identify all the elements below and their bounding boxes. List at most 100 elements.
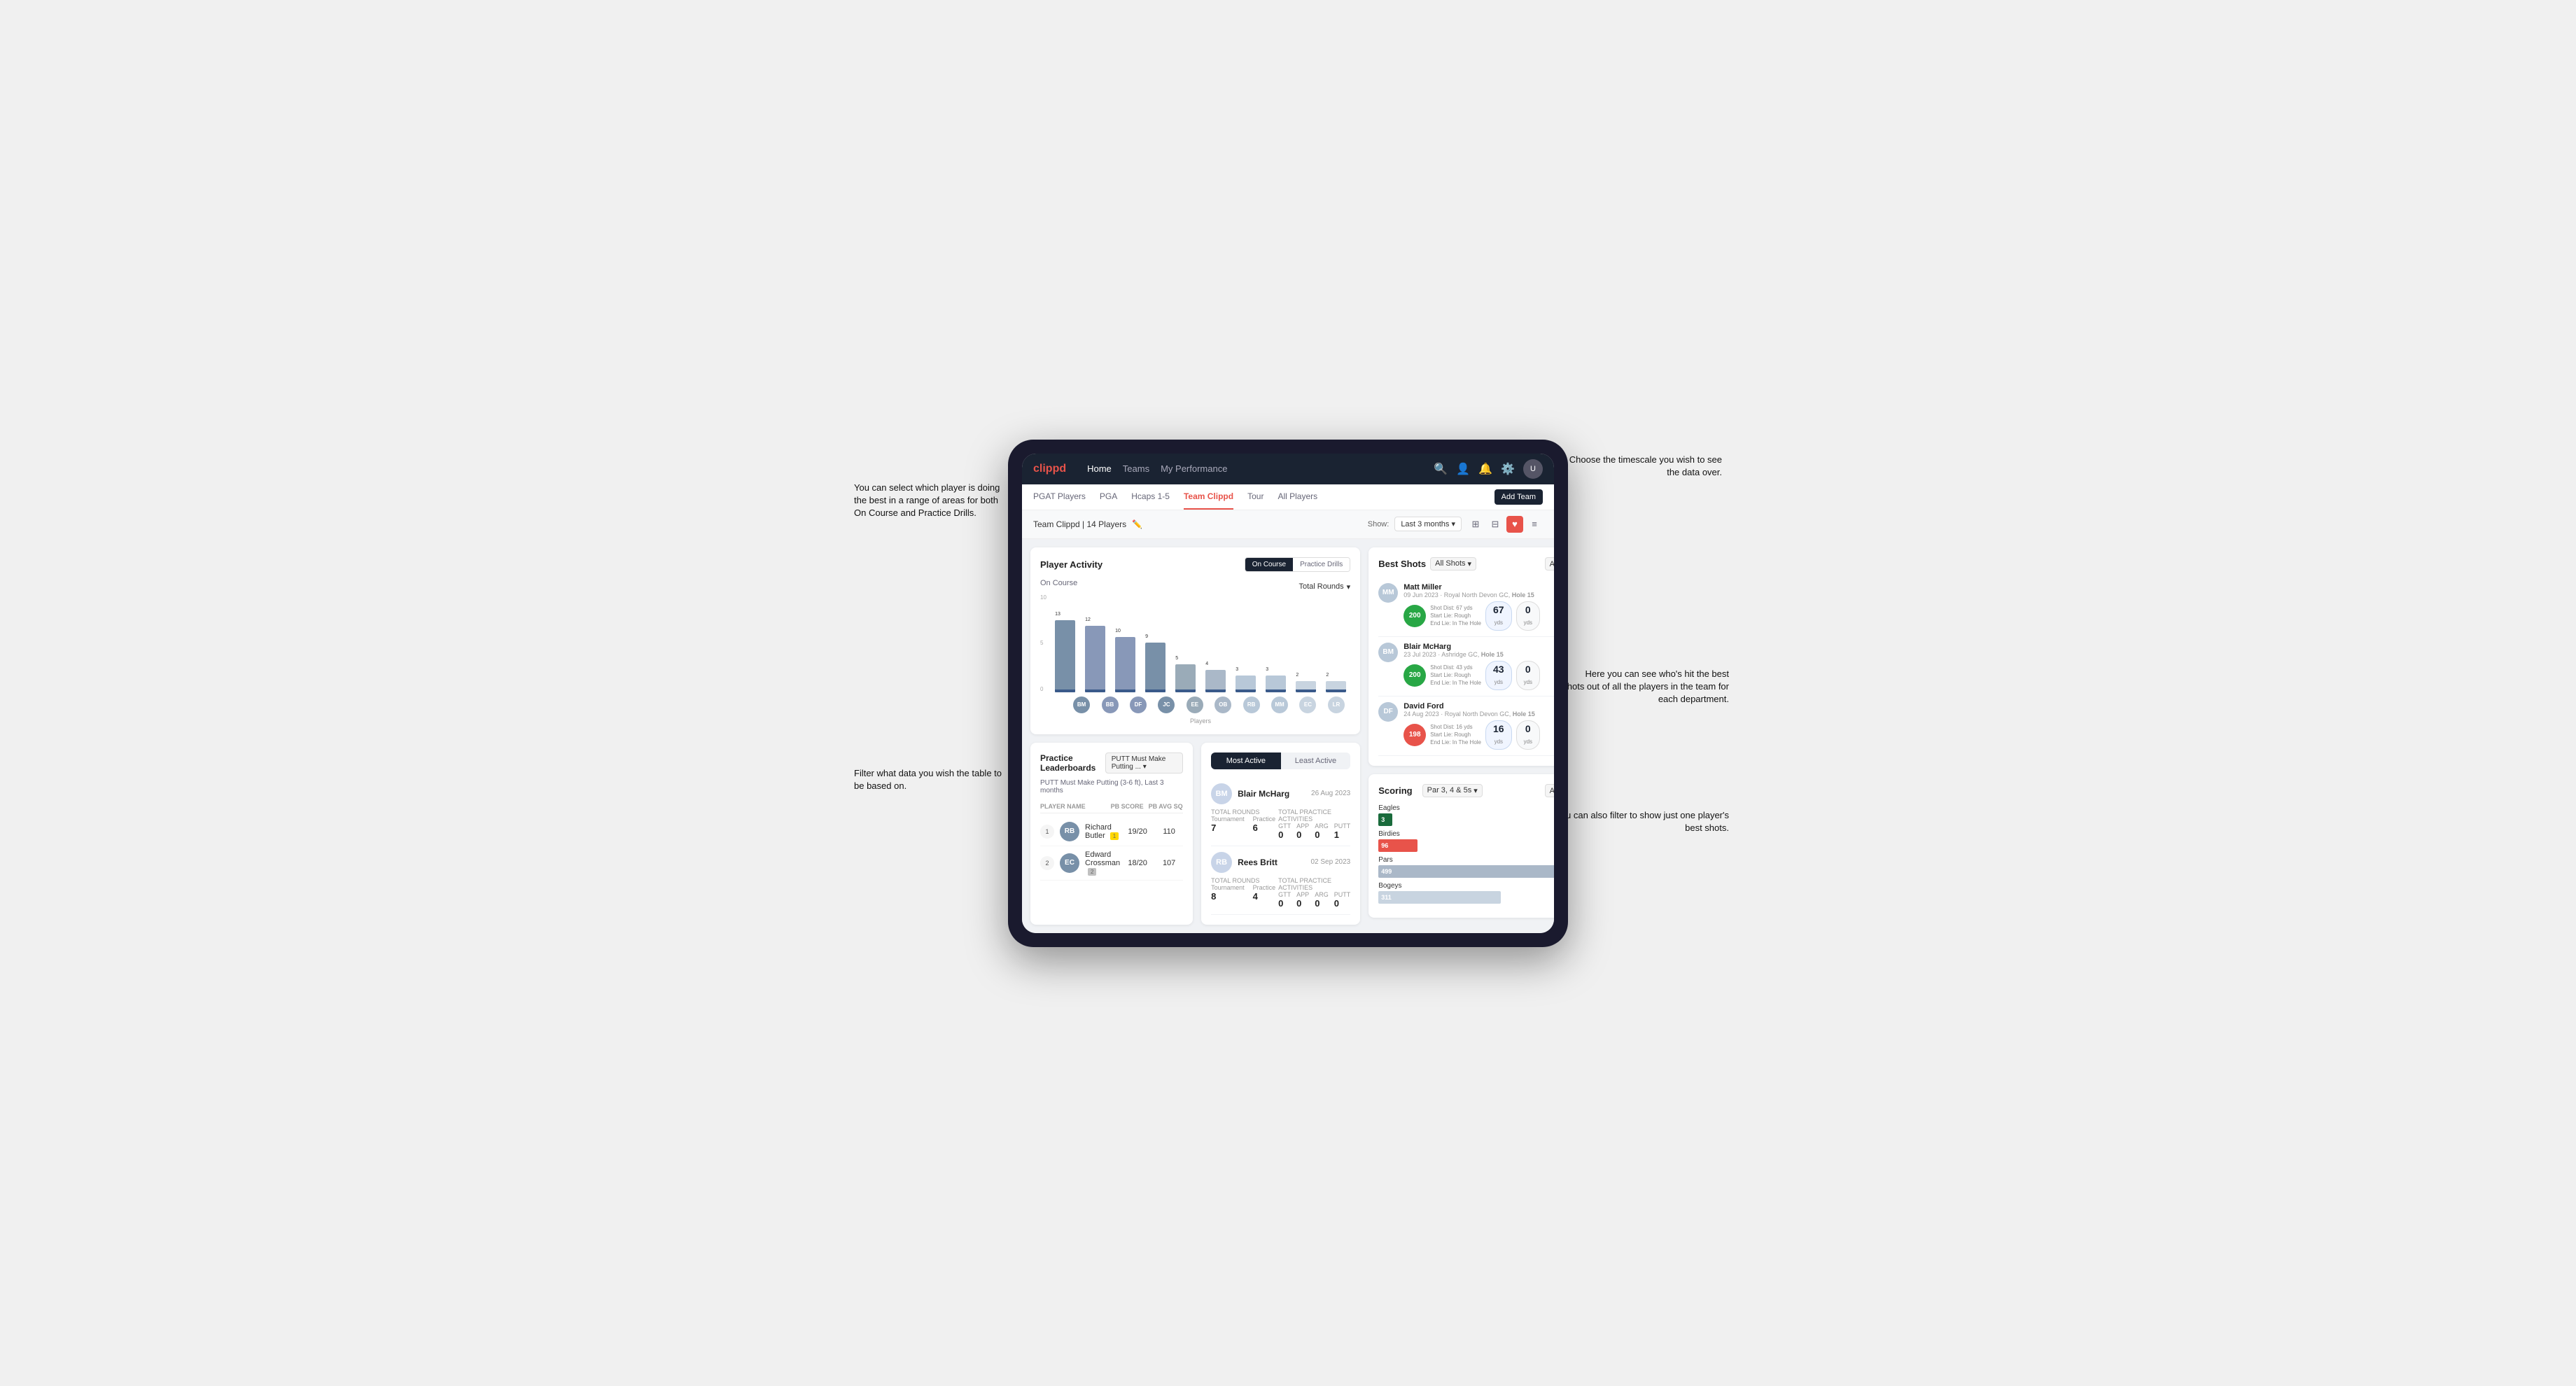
- player-avatar-sm[interactable]: BM: [1073, 696, 1090, 713]
- shot-dist-num: 67: [1493, 604, 1504, 615]
- scoring-player-filter[interactable]: All Players ▾: [1545, 784, 1554, 797]
- player-avatar-sm[interactable]: MM: [1271, 696, 1288, 713]
- shot-badge: 198: [1404, 724, 1426, 746]
- lb-player-name: Edward Crossman 2: [1085, 850, 1120, 876]
- bar-highlight: [1266, 690, 1286, 692]
- bar[interactable]: 13: [1055, 620, 1075, 692]
- drill-select[interactable]: PUTT Must Make Putting ... ▾: [1105, 752, 1183, 774]
- activity-stats: Total Rounds Tournament 7 Practice 6 Tot…: [1211, 808, 1350, 840]
- bell-icon[interactable]: 🔔: [1478, 462, 1492, 476]
- bar-group: 13: [1051, 594, 1079, 692]
- putt-stat: PUTT 0: [1334, 891, 1351, 909]
- shot-meta: Shot Dist: 43 ydsStart Lie: RoughEnd Lie…: [1430, 664, 1481, 687]
- nav-teams[interactable]: Teams: [1123, 461, 1149, 477]
- practice-value: 4: [1253, 891, 1276, 902]
- grid-view-button[interactable]: ⊞: [1467, 516, 1484, 533]
- tab-pgat-players[interactable]: PGAT Players: [1033, 484, 1086, 510]
- player-avatar-sm[interactable]: DF: [1130, 696, 1147, 713]
- bar-highlight: [1145, 690, 1166, 692]
- people-icon[interactable]: 👤: [1456, 462, 1470, 476]
- bar[interactable]: 5: [1175, 664, 1196, 692]
- add-team-button[interactable]: Add Team: [1494, 489, 1543, 505]
- player-avatar-sm[interactable]: EE: [1186, 696, 1203, 713]
- bar[interactable]: 2: [1326, 681, 1346, 692]
- bar[interactable]: 3: [1236, 676, 1256, 692]
- scoring-player-filter-label: All Players: [1550, 787, 1554, 795]
- y-label-0: 0: [1040, 686, 1046, 692]
- bar[interactable]: 12: [1085, 626, 1105, 692]
- bar[interactable]: 4: [1205, 670, 1226, 692]
- bar[interactable]: 2: [1296, 681, 1316, 692]
- tab-most-active[interactable]: Most Active: [1211, 752, 1281, 769]
- sub-nav-right: Add Team: [1494, 489, 1543, 505]
- bar[interactable]: 9: [1145, 643, 1166, 692]
- rounds-label: Total Rounds: [1211, 808, 1275, 816]
- bar-group: 2: [1292, 594, 1320, 692]
- player-avatar-sm[interactable]: OB: [1214, 696, 1231, 713]
- x-axis-label: Players: [1051, 718, 1350, 724]
- bar[interactable]: 3: [1266, 676, 1286, 692]
- tab-all-players[interactable]: All Players: [1278, 484, 1317, 510]
- bar-value-label: 5: [1175, 656, 1178, 661]
- tab-least-active[interactable]: Least Active: [1281, 752, 1351, 769]
- lb-header: PLAYER NAME PB SCORE PB AVG SQ: [1040, 800, 1183, 813]
- player-avatar-sm[interactable]: BB: [1102, 696, 1119, 713]
- activity-avatar: BM: [1211, 783, 1232, 804]
- player-avatar-sm[interactable]: LR: [1328, 696, 1345, 713]
- shot-row[interactable]: DF David Ford 24 Aug 2023 · Royal North …: [1378, 696, 1554, 756]
- practice-activities-values: GTT 0 APP 0 ARG 0 PUTT 0: [1278, 891, 1350, 909]
- lb-col-pb: PB SCORE: [1106, 803, 1148, 810]
- practice-stat: Practice 4: [1253, 884, 1276, 902]
- lb-player-name: Richard Butler 1: [1085, 823, 1120, 840]
- filter-view-button[interactable]: ≡: [1526, 516, 1543, 533]
- page-wrapper: You can select which player is doing the…: [868, 440, 1708, 947]
- user-avatar[interactable]: U: [1523, 459, 1543, 479]
- shot-location: 23 Jul 2023 · Ashridge GC, Hole 15: [1404, 651, 1554, 658]
- tab-hcaps[interactable]: Hcaps 1-5: [1131, 484, 1170, 510]
- shot-zero-badge: 0 yds: [1516, 720, 1540, 750]
- tab-pga[interactable]: PGA: [1100, 484, 1117, 510]
- scoring-title: Scoring: [1378, 785, 1412, 796]
- scoring-filter[interactable]: Par 3, 4 & 5s ▾: [1422, 784, 1483, 797]
- leaderboard-row[interactable]: 1 RB Richard Butler 1 19/20 110: [1040, 818, 1183, 846]
- scoring-bar-row: 499: [1378, 865, 1554, 878]
- chart-dropdown[interactable]: Total Rounds ▾: [1298, 582, 1350, 592]
- toggle-practice[interactable]: Practice Drills: [1293, 558, 1350, 571]
- tablet-frame: clippd Home Teams My Performance 🔍 👤 🔔 ⚙…: [1008, 440, 1568, 947]
- nav-home[interactable]: Home: [1087, 461, 1112, 477]
- y-axis: 0 5 10: [1040, 594, 1051, 692]
- lb-avg: 107: [1155, 859, 1183, 867]
- time-filter[interactable]: Last 3 months ▾: [1394, 517, 1462, 531]
- chevron-down-icon: ▾: [1451, 520, 1455, 528]
- tab-team-clippd[interactable]: Team Clippd: [1184, 484, 1233, 510]
- player-avatar-sm[interactable]: RB: [1243, 696, 1260, 713]
- shot-row[interactable]: BM Blair McHarg 23 Jul 2023 · Ashridge G…: [1378, 637, 1554, 696]
- settings-icon[interactable]: ⚙️: [1501, 462, 1515, 476]
- toggle-on-course[interactable]: On Course: [1245, 558, 1293, 571]
- tab-tour[interactable]: Tour: [1247, 484, 1264, 510]
- app-stat: APP 0: [1296, 822, 1309, 840]
- shot-meta: Shot Dist: 67 ydsStart Lie: RoughEnd Lie…: [1430, 604, 1481, 628]
- player-avatar-sm[interactable]: EC: [1299, 696, 1316, 713]
- search-icon[interactable]: 🔍: [1434, 462, 1448, 476]
- player-avatar-sm[interactable]: JC: [1158, 696, 1175, 713]
- list-view-button[interactable]: ⊟: [1487, 516, 1504, 533]
- scoring-header: Scoring Par 3, 4 & 5s ▾ All Players ▾: [1378, 784, 1554, 797]
- edit-icon[interactable]: ✏️: [1132, 519, 1142, 529]
- chart-dropdown-label: Total Rounds: [1298, 582, 1343, 591]
- card-view-button[interactable]: ♥: [1506, 516, 1523, 533]
- shots-filter[interactable]: All Shots ▾: [1430, 557, 1476, 570]
- bar-group: 5: [1171, 594, 1200, 692]
- shots-player-filter[interactable]: All Players ▾: [1545, 557, 1554, 570]
- bar[interactable]: 10: [1115, 637, 1135, 692]
- player-avatars: BM BB DF JC EE OB RB MM EC LR: [1068, 692, 1350, 716]
- lb-score: 19/20: [1120, 827, 1155, 836]
- practice-leaderboard-card: Practice Leaderboards PUTT Must Make Put…: [1030, 743, 1193, 925]
- shot-badge: 200: [1404, 605, 1426, 627]
- scoring-bar-num: 311: [1381, 894, 1392, 901]
- nav-my-performance[interactable]: My Performance: [1161, 461, 1227, 477]
- bar-value-label: 13: [1055, 612, 1060, 617]
- leaderboard-row[interactable]: 2 EC Edward Crossman 2 18/20 107: [1040, 846, 1183, 881]
- shot-row[interactable]: MM Matt Miller 09 Jun 2023 · Royal North…: [1378, 578, 1554, 637]
- shot-badge-label: 200: [1409, 671, 1421, 679]
